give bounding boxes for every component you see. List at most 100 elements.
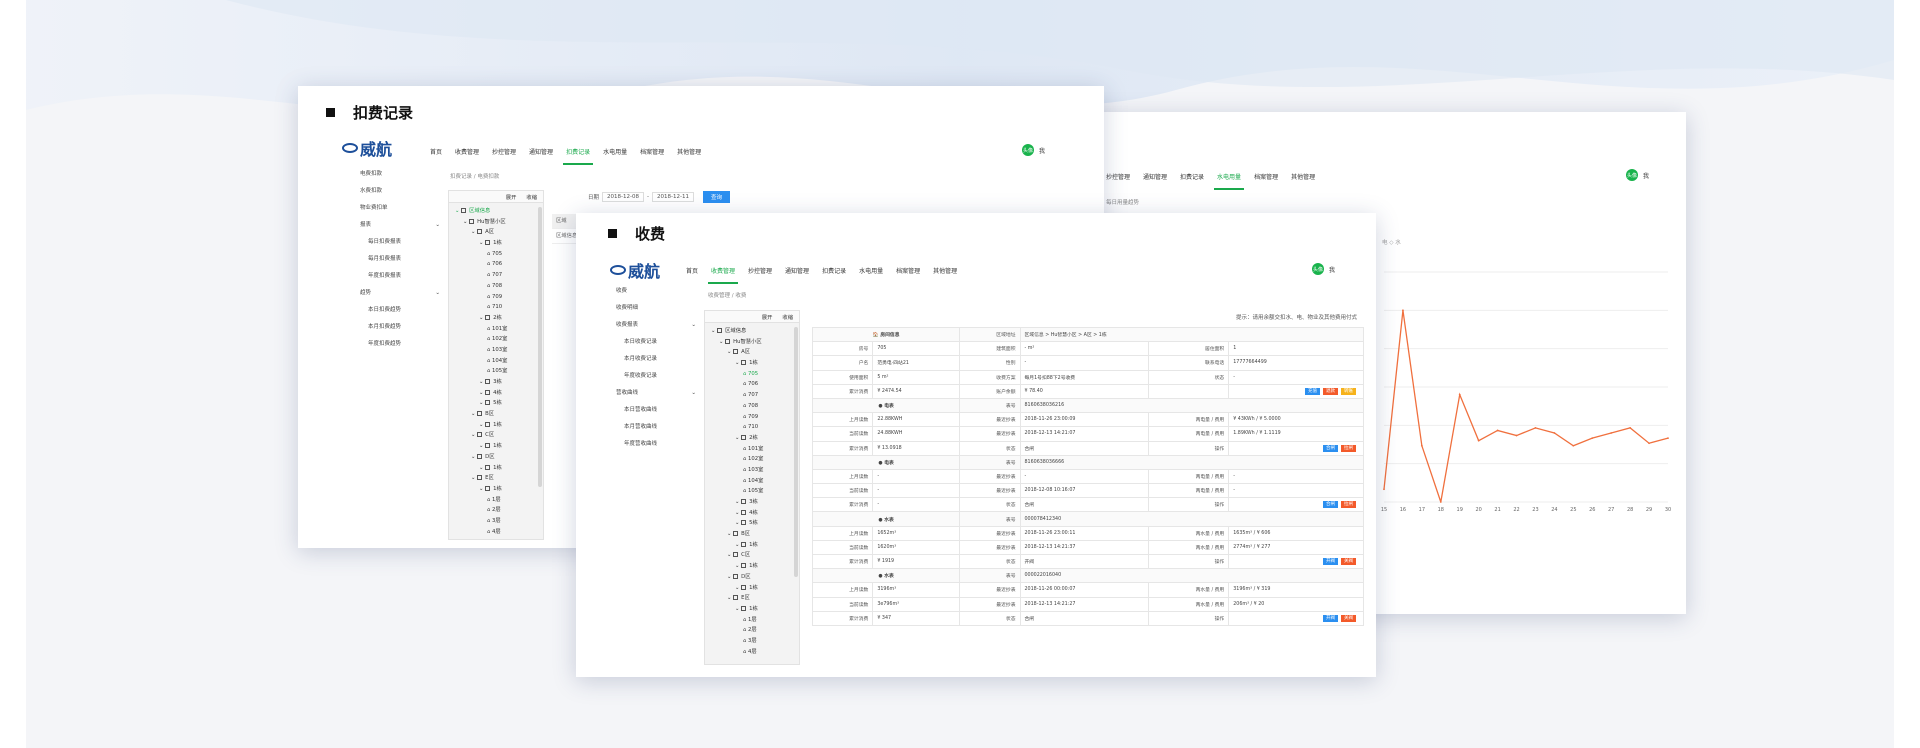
- tree-node[interactable]: ⌂ 708: [705, 401, 799, 412]
- tree-node[interactable]: ⌂ 4层: [705, 647, 799, 658]
- nav-item[interactable]: 抄控管理: [748, 266, 772, 275]
- nav-item[interactable]: 首页: [686, 266, 698, 275]
- sidebar-item[interactable]: 每日扣费报表: [360, 234, 440, 251]
- action-button[interactable]: 开阀: [1323, 558, 1338, 566]
- tree-expand-button[interactable]: 展开: [506, 193, 517, 201]
- tree-node[interactable]: ⌄ E区: [705, 593, 799, 604]
- nav-item[interactable]: 首页: [430, 147, 442, 156]
- nav-item[interactable]: 抄控管理: [492, 147, 516, 156]
- data-point[interactable]: [1383, 488, 1385, 491]
- tree-node[interactable]: ⌄ 1栋: [705, 604, 799, 615]
- sidebar-item[interactable]: 本月收费记录: [616, 351, 696, 368]
- sidebar-item[interactable]: 年度扣费报表: [360, 268, 440, 285]
- tree-node[interactable]: ⌄ Hu智慧小区: [449, 217, 543, 228]
- tree-node[interactable]: ⌂ 709: [705, 412, 799, 423]
- tree-node[interactable]: ⌄ B区: [705, 529, 799, 540]
- tree-node[interactable]: ⌄ 1栋: [705, 583, 799, 594]
- user-menu[interactable]: 头像 我: [1312, 263, 1335, 275]
- tree-node[interactable]: ⌂ 105室: [705, 486, 799, 497]
- tree-node[interactable]: ⌂ 705: [449, 249, 543, 260]
- sidebar-item[interactable]: 每月扣费报表: [360, 251, 440, 268]
- action-button[interactable]: 关阀: [1341, 614, 1356, 622]
- tree-node[interactable]: ⌂ 705: [705, 369, 799, 380]
- nav-item[interactable]: 其他管理: [677, 147, 701, 156]
- sidebar-item[interactable]: 收费报表 ⌄: [616, 317, 696, 334]
- user-menu[interactable]: 头像 我: [1022, 144, 1045, 156]
- data-point[interactable]: [1515, 434, 1518, 437]
- tree-node[interactable]: ⌂ 706: [449, 259, 543, 270]
- tree-node[interactable]: ⌂ 707: [705, 390, 799, 401]
- nav-item[interactable]: 水电用量: [859, 266, 883, 275]
- tree-node[interactable]: ⌄ 2栋: [449, 313, 543, 324]
- action-button[interactable]: 关阀: [1341, 558, 1356, 566]
- sidebar-item[interactable]: 年度扣费趋势: [360, 336, 440, 353]
- tree-node[interactable]: ⌂ 4层: [449, 527, 543, 538]
- data-point[interactable]: [1534, 426, 1537, 429]
- nav-item[interactable]: 档案管理: [1254, 172, 1278, 181]
- action-button[interactable]: 拉闸: [1341, 444, 1356, 452]
- tree-node[interactable]: ⌄ A区: [705, 347, 799, 358]
- tree-scrollbar[interactable]: [794, 327, 798, 577]
- nav-item[interactable]: 扣费记录: [563, 147, 594, 165]
- tree-node[interactable]: ⌂ 3层: [705, 636, 799, 647]
- sidebar-item[interactable]: 报表 ⌄: [360, 217, 440, 234]
- tree-expand-button[interactable]: 展开: [762, 313, 773, 321]
- sidebar-item[interactable]: 本日营收曲线: [616, 402, 696, 419]
- tree-collapse-button[interactable]: 收缩: [782, 313, 793, 321]
- sidebar-item[interactable]: 营收曲线 ⌄: [616, 385, 696, 402]
- data-point[interactable]: [1439, 501, 1442, 503]
- tree-node[interactable]: ⌂ 1层: [449, 495, 543, 506]
- data-point[interactable]: [1420, 444, 1423, 447]
- tree-node[interactable]: ⌄ 5栋: [449, 398, 543, 409]
- action-button[interactable]: 合闸: [1323, 501, 1338, 509]
- tree-node[interactable]: ⌂ 104室: [449, 356, 543, 367]
- tree-node[interactable]: ⌄ 1栋: [705, 358, 799, 369]
- tree-node[interactable]: ⌂ 709: [449, 292, 543, 303]
- tree-node[interactable]: ⌄ 3栋: [449, 377, 543, 388]
- sidebar-item[interactable]: 本日扣费趋势: [360, 302, 440, 319]
- data-point[interactable]: [1610, 432, 1613, 434]
- tree-node[interactable]: ⌄ C区: [705, 550, 799, 561]
- tree-node[interactable]: ⌂ 103室: [449, 345, 543, 356]
- nav-item[interactable]: 通知管理: [529, 147, 553, 156]
- tree-node[interactable]: ⌂ 102室: [705, 454, 799, 465]
- nav-item[interactable]: 收费管理: [708, 266, 739, 284]
- sidebar-item[interactable]: 物业费扣单: [360, 200, 440, 217]
- nav-item[interactable]: 收费管理: [455, 147, 479, 156]
- tree-node[interactable]: ⌄ E区: [449, 473, 543, 484]
- tree-node[interactable]: ⌄ D区: [449, 452, 543, 463]
- data-point[interactable]: [1458, 393, 1461, 396]
- end-date-input[interactable]: 2018-12-11: [651, 192, 694, 202]
- tree-node[interactable]: ⌂ 102室: [449, 334, 543, 345]
- action-button[interactable]: 转账: [1341, 387, 1356, 395]
- tree-node[interactable]: ⌄ B区: [449, 409, 543, 420]
- tree-node[interactable]: ⌂ 105室: [449, 366, 543, 377]
- tree-node[interactable]: ⌄ 4栋: [449, 388, 543, 399]
- tree-collapse-button[interactable]: 收缩: [526, 193, 537, 201]
- start-date-input[interactable]: 2018-12-08: [602, 192, 644, 202]
- tree-node[interactable]: ⌄ 5栋: [705, 518, 799, 529]
- tree-node[interactable]: ⌂ 710: [449, 302, 543, 313]
- tree-node[interactable]: ⌂ 708: [449, 281, 543, 292]
- nav-item[interactable]: 其他管理: [933, 266, 957, 275]
- query-button[interactable]: 查询: [702, 191, 730, 203]
- data-point[interactable]: [1591, 437, 1594, 440]
- tree-node[interactable]: ⌂ 2层: [705, 625, 799, 636]
- tree-node[interactable]: ⌄ C区: [449, 430, 543, 441]
- tree-scrollbar[interactable]: [538, 207, 542, 487]
- tree-node[interactable]: ⌄ 1栋: [705, 540, 799, 551]
- tree-node[interactable]: ⌂ 710: [705, 422, 799, 433]
- nav-item[interactable]: 扣费记录: [1180, 172, 1204, 181]
- tree-node[interactable]: ⌂ 3层: [449, 516, 543, 527]
- tree-node[interactable]: ⌄ Hu智慧小区: [705, 337, 799, 348]
- sidebar-item[interactable]: 水费扣款: [360, 183, 440, 200]
- tree-node[interactable]: ⌂ 103室: [705, 465, 799, 476]
- data-point[interactable]: [1553, 432, 1556, 434]
- tree-node[interactable]: ⌄ 区域信息: [449, 206, 543, 217]
- sidebar-item[interactable]: 年度营收曲线: [616, 436, 696, 453]
- sidebar-item[interactable]: 收费明细: [616, 300, 696, 317]
- tree-node[interactable]: ⌂ 101室: [705, 444, 799, 455]
- user-menu[interactable]: 头像 我: [1626, 169, 1649, 181]
- nav-item[interactable]: 水电用量: [1214, 172, 1245, 190]
- tree-node[interactable]: ⌂ 1层: [705, 615, 799, 626]
